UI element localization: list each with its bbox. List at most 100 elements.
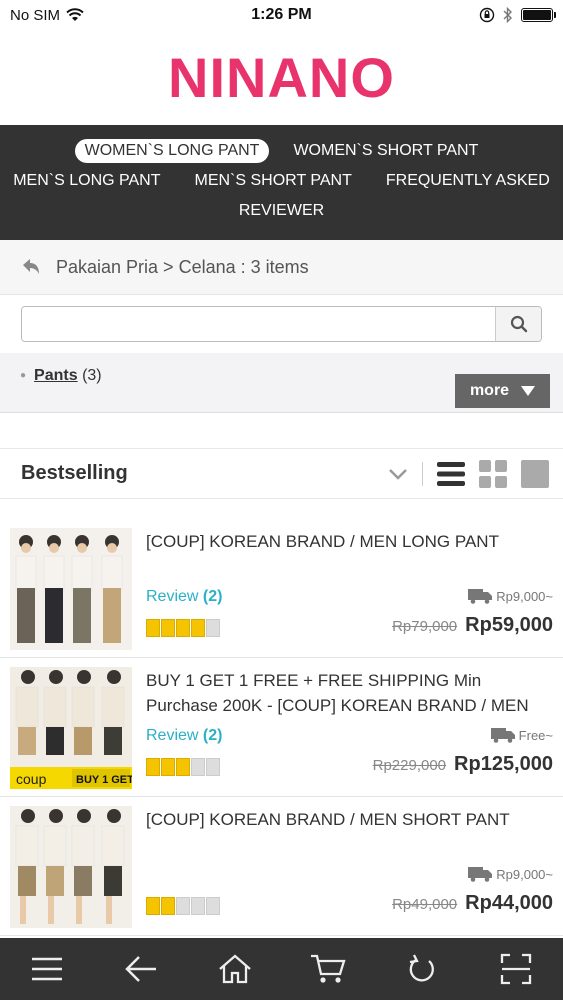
- carrier-label: No SIM: [10, 6, 61, 24]
- orientation-lock-icon: [479, 7, 495, 23]
- star-filled-icon: [146, 897, 160, 915]
- rating-stars: [146, 619, 220, 637]
- star-filled-icon: [161, 897, 175, 915]
- category-womens-long-pant[interactable]: WOMEN`S LONG PANT: [74, 139, 270, 163]
- sort-bar: Bestselling: [0, 449, 563, 499]
- battery-icon: [521, 8, 556, 22]
- category-reviewer[interactable]: REVIEWER: [229, 199, 334, 223]
- refresh-button[interactable]: [397, 944, 447, 994]
- product-title[interactable]: [COUP] KOREAN BRAND / MEN LONG PANT: [146, 529, 553, 554]
- grid-view-icon[interactable]: [479, 459, 507, 488]
- original-price: Rp229,000: [372, 757, 447, 774]
- gallery-view-icon[interactable]: [521, 459, 549, 488]
- sale-price: Rp59,000: [465, 614, 553, 636]
- refresh-icon: [409, 954, 435, 982]
- product-thumbnail[interactable]: coup BUY 1 GET 1: [10, 667, 132, 789]
- shipping-fee: Free~: [518, 728, 553, 743]
- brand-logo[interactable]: NINANO: [168, 45, 395, 110]
- product-list: [COUP] KOREAN BRAND / MEN LONG PANT Revi…: [0, 499, 563, 940]
- star-filled-icon: [176, 619, 190, 637]
- truck-icon: [468, 589, 493, 604]
- search-button[interactable]: [495, 307, 541, 341]
- filter-name: Pants: [34, 367, 78, 384]
- divider: [422, 461, 423, 486]
- product-thumbnail[interactable]: [10, 528, 132, 650]
- product-item[interactable]: [COUP] KOREAN BRAND / MEN SHORT PANT Rp9…: [0, 797, 563, 936]
- star-empty-icon: [206, 619, 220, 637]
- home-button[interactable]: [210, 944, 260, 994]
- bluetooth-icon: [503, 7, 512, 23]
- spacer: [0, 413, 563, 449]
- search-row: [0, 295, 563, 353]
- product-title[interactable]: [COUP] KOREAN BRAND / MEN SHORT PANT: [146, 807, 553, 832]
- svg-text:coup: coup: [16, 771, 47, 787]
- arrow-left-icon: [124, 956, 156, 982]
- cart-icon: [311, 954, 346, 983]
- rating-stars: [146, 897, 220, 915]
- bottom-toolbar: [0, 938, 563, 1000]
- product-title[interactable]: BUY 1 GET 1 FREE + FREE SHIPPING Min Pur…: [146, 668, 553, 718]
- breadcrumb: Pakaian Pria > Celana : 3 items: [0, 240, 563, 295]
- category-womens-short-pant[interactable]: WOMEN`S SHORT PANT: [283, 139, 488, 163]
- star-filled-icon: [161, 758, 175, 776]
- review-label: Review: [146, 727, 199, 744]
- star-empty-icon: [191, 897, 205, 915]
- triangle-down-icon: [521, 386, 536, 396]
- review-link[interactable]: Review (2): [146, 588, 222, 606]
- category-frequently-asked[interactable]: FREQUENTLY ASKED: [376, 169, 560, 193]
- original-price: Rp49,000: [392, 896, 458, 913]
- cart-button[interactable]: [303, 944, 353, 994]
- review-count: (2): [202, 727, 223, 744]
- price-block: Rp229,000 Rp125,000: [373, 753, 553, 776]
- star-filled-icon: [176, 758, 190, 776]
- rating-stars: [146, 758, 220, 776]
- star-empty-icon: [191, 758, 205, 776]
- price-block: Rp49,000 Rp44,000: [392, 892, 553, 915]
- scan-button[interactable]: [491, 944, 541, 994]
- star-empty-icon: [206, 758, 220, 776]
- category-mens-long-pant[interactable]: MEN`S LONG PANT: [3, 169, 170, 193]
- back-arrow-icon[interactable]: [20, 256, 42, 278]
- product-item[interactable]: coup BUY 1 GET 1 BUY 1 GET 1 FREE + FREE…: [0, 658, 563, 797]
- search-box: [21, 306, 542, 342]
- wifi-icon: [66, 8, 84, 21]
- home-icon: [218, 954, 251, 984]
- sale-price: Rp44,000: [465, 892, 553, 914]
- product-item[interactable]: [COUP] KOREAN BRAND / MEN LONG PANT Revi…: [0, 519, 563, 658]
- star-filled-icon: [146, 758, 160, 776]
- shipping-info: Rp9,000~: [468, 589, 553, 604]
- filter-count: (3): [82, 367, 102, 384]
- sale-price: Rp125,000: [454, 753, 553, 775]
- filter-pants-link[interactable]: ● Pants (3): [20, 367, 102, 385]
- status-bar: No SIM 1:26 PM: [0, 0, 563, 30]
- more-button[interactable]: more: [455, 374, 550, 408]
- star-empty-icon: [206, 897, 220, 915]
- category-nav: WOMEN`S LONG PANT WOMEN`S SHORT PANT MEN…: [0, 125, 563, 240]
- price-block: Rp79,000 Rp59,000: [392, 614, 553, 637]
- star-filled-icon: [161, 619, 175, 637]
- star-filled-icon: [191, 619, 205, 637]
- review-link[interactable]: Review (2): [146, 727, 222, 745]
- search-input[interactable]: [22, 307, 495, 341]
- header: NINANO: [0, 30, 563, 125]
- qr-scan-icon: [500, 953, 532, 985]
- category-filter: ● Pants (3) more: [0, 353, 563, 413]
- menu-button[interactable]: [22, 944, 72, 994]
- bullet-icon: ●: [20, 370, 27, 382]
- shipping-fee: Rp9,000~: [496, 589, 553, 604]
- sort-select[interactable]: Bestselling: [21, 462, 388, 485]
- shipping-info: Rp9,000~: [468, 867, 553, 882]
- review-count: (2): [202, 588, 223, 605]
- original-price: Rp79,000: [392, 618, 458, 635]
- back-button[interactable]: [116, 944, 166, 994]
- category-mens-short-pant[interactable]: MEN`S SHORT PANT: [185, 169, 362, 193]
- star-empty-icon: [176, 897, 190, 915]
- search-icon: [510, 315, 527, 333]
- list-view-icon[interactable]: [437, 461, 465, 487]
- truck-icon: [490, 728, 515, 743]
- breadcrumb-text: Pakaian Pria > Celana : 3 items: [56, 256, 309, 277]
- chevron-down-icon[interactable]: [388, 468, 408, 480]
- star-filled-icon: [146, 619, 160, 637]
- review-label: Review: [146, 588, 199, 605]
- product-thumbnail[interactable]: [10, 806, 132, 928]
